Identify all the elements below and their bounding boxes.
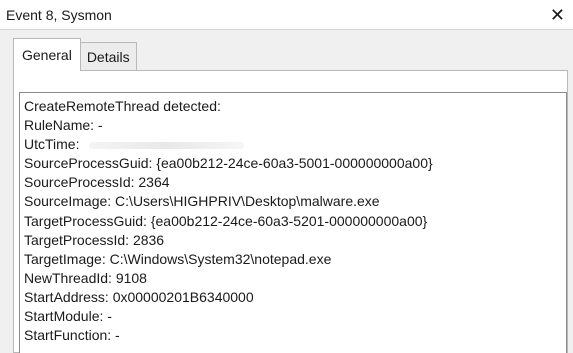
event-line-source-image: SourceImage: C:\Users\HIGHPRIV\Desktop\m… — [24, 193, 380, 210]
redacted-value — [89, 141, 245, 149]
event-properties-window: Event 8, Sysmon ✕ General Details Create… — [0, 0, 573, 353]
event-line-start-function: StartFunction: - — [24, 327, 120, 344]
tab-general[interactable]: General — [13, 38, 81, 71]
event-line-target-guid: TargetProcessGuid: {ea00b212-24ce-60a3-5… — [24, 212, 428, 229]
utctime-label: UtcTime: — [24, 136, 80, 153]
window-title: Event 8, Sysmon — [6, 6, 112, 23]
event-line-source-guid: SourceProcessGuid: {ea00b212-24ce-60a3-5… — [24, 155, 433, 172]
event-line-header: CreateRemoteThread detected: — [24, 98, 221, 114]
close-icon[interactable]: ✕ — [550, 6, 565, 24]
event-line-rulename: RuleName: - — [24, 117, 103, 134]
title-bar: Event 8, Sysmon ✕ — [0, 0, 573, 30]
event-line-start-module: StartModule: - — [24, 308, 112, 325]
event-line-thread-id: NewThreadId: 9108 — [24, 269, 147, 286]
event-line-start-address: StartAddress: 0x00000201B6340000 — [24, 288, 254, 305]
tab-strip: General Details — [13, 38, 137, 71]
event-line-target-pid: TargetProcessId: 2836 — [24, 231, 165, 248]
general-tab-panel: CreateRemoteThread detected: RuleName: -… — [13, 70, 568, 353]
event-line-target-image: TargetImage: C:\Windows\System32\notepad… — [24, 250, 332, 267]
tab-details[interactable]: Details — [79, 42, 137, 70]
event-line-utctime: UtcTime: — [24, 135, 566, 154]
event-line-source-pid: SourceProcessId: 2364 — [24, 174, 170, 191]
event-description-textbox[interactable]: CreateRemoteThread detected: RuleName: -… — [19, 92, 567, 353]
